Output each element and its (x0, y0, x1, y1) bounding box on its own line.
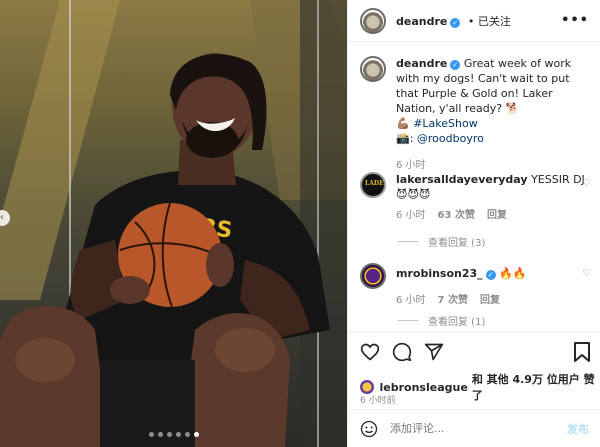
comment-meta: 6 小时 7 次赞 回复 (396, 293, 586, 308)
carousel-dot[interactable] (193, 432, 199, 437)
emoji-icon[interactable] (360, 420, 378, 438)
commenter-avatar[interactable] (360, 263, 386, 289)
comment-likes[interactable]: 7 次赞 (438, 293, 468, 308)
view-replies-label[interactable]: 查看回复 (1) (428, 313, 485, 328)
caption-avatar[interactable] (360, 56, 386, 82)
view-replies-label[interactable]: 查看回复 (3) (428, 234, 485, 249)
post-time[interactable]: 6 小时前 (360, 393, 396, 406)
follow-status[interactable]: • 已关注 (468, 15, 511, 28)
view-replies-button[interactable]: 查看回复 (1) (398, 313, 485, 328)
flex-emoji-icon: 💪🏽 (396, 117, 410, 130)
caption-time[interactable]: 6 小时 (396, 158, 592, 173)
comment-like-heart-icon[interactable]: ♡ (582, 178, 591, 189)
carousel-dots (0, 432, 347, 437)
share-icon[interactable] (424, 342, 444, 362)
lade-logo-text: LADE (365, 180, 384, 187)
comment-item: LADE lakersalldayeveryday YESSIR DJ 😈😈😈 … (360, 172, 592, 223)
comment-username[interactable]: mrobinson23_ (396, 267, 483, 280)
comment-verified-badge-icon: ✓ (485, 270, 496, 280)
caption-verified-badge-icon: ✓ (450, 60, 461, 70)
caption-text-block: deandre ✓ Great week of work with my dogs… (396, 56, 592, 173)
comment-body: lakersalldayeveryday YESSIR DJ 😈😈😈 6 小时 … (396, 172, 586, 223)
verified-badge-icon: ✓ (450, 17, 461, 28)
post-photo[interactable]: AKERS (0, 0, 347, 447)
comment-time[interactable]: 6 小时 (396, 208, 426, 223)
comment-time[interactable]: 6 小时 (396, 293, 426, 308)
caption-username[interactable]: deandre (396, 57, 447, 70)
more-options-icon[interactable]: ••• (561, 13, 589, 28)
post-actions: lebronsleague 和 其他 4.9万 位用户 赞了 6 小时前 (348, 331, 600, 419)
replies-divider (398, 241, 418, 242)
comment-text: 🔥🔥 (499, 267, 527, 280)
carousel-dot[interactable] (175, 432, 181, 437)
carousel-dot[interactable] (157, 432, 163, 437)
post-header: deandre ✓ • 已关注 ••• (348, 0, 600, 42)
carousel-dot[interactable] (184, 432, 190, 437)
heart-icon[interactable] (360, 342, 380, 362)
follow-status-label[interactable]: 已关注 (478, 15, 511, 28)
comment-likes[interactable]: 63 次赞 (438, 208, 475, 223)
caption-hashtag[interactable]: #LakeShow (413, 117, 478, 130)
post-comment-button[interactable]: 发布 (567, 421, 589, 437)
comment-like-heart-icon[interactable]: ♡ (582, 268, 591, 279)
replies-divider (398, 320, 418, 321)
liker-avatar[interactable] (360, 380, 374, 394)
comment-reply-button[interactable]: 回复 (480, 293, 500, 308)
comment-emoji: 😈😈😈 (396, 188, 431, 201)
camera-emoji-icon: 📸 (396, 132, 410, 145)
view-replies-button[interactable]: 查看回复 (3) (398, 234, 485, 249)
author-username[interactable]: deandre (396, 15, 447, 28)
carousel-dot[interactable] (166, 432, 172, 437)
likes-count-text[interactable]: 和 其他 4.9万 位用户 赞了 (472, 371, 600, 403)
comment-reply-button[interactable]: 回复 (487, 208, 507, 223)
comment-username[interactable]: lakersalldayeveryday (396, 173, 528, 186)
comment-meta: 6 小时 63 次赞 回复 (396, 208, 586, 223)
author-avatar[interactable] (360, 7, 386, 34)
comment-icon[interactable] (392, 342, 412, 362)
commenter-avatar[interactable]: LADE (360, 172, 386, 198)
dog-emoji-icon: 🐕 (505, 102, 520, 115)
liker-username[interactable]: lebronsleague (380, 381, 468, 394)
caption-credit[interactable]: @roodboyro (417, 132, 484, 145)
player-photo-illustration: AKERS (0, 0, 347, 447)
post-side-panel: deandre ✓ • 已关注 ••• deandre ✓ Great week o… (347, 0, 600, 447)
carousel-dot[interactable] (148, 432, 154, 437)
comment-input[interactable] (390, 422, 567, 435)
post-caption: deandre ✓ Great week of work with my dogs… (360, 56, 592, 173)
comment-text: YESSIR DJ (531, 173, 585, 186)
add-comment-bar: 发布 (348, 409, 600, 447)
likes-summary: lebronsleague 和 其他 4.9万 位用户 赞了 (360, 371, 600, 403)
comment-body: mrobinson23_ ✓ 🔥🔥 6 小时 7 次赞 回复 (396, 263, 586, 308)
bookmark-icon[interactable] (574, 342, 590, 362)
instagram-post: AKERS (0, 0, 600, 447)
action-icons (360, 342, 444, 362)
comment-item: mrobinson23_ ✓ 🔥🔥 6 小时 7 次赞 回复 (360, 263, 592, 308)
